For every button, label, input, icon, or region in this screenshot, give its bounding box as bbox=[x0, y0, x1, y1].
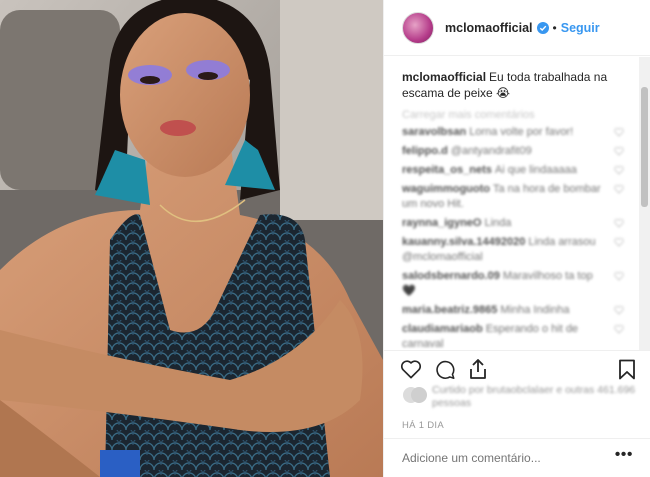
post-timestamp[interactable]: HÁ 1 DIA bbox=[402, 420, 444, 431]
comment-username[interactable]: saravolbsan bbox=[402, 126, 466, 138]
likes-text: Curtido por brutaobclalaer e outras 461.… bbox=[432, 384, 636, 409]
share-icon[interactable] bbox=[468, 358, 488, 380]
post-caption: mclomaofficial Eu toda trabalhada na esca… bbox=[402, 69, 628, 101]
post-modal: mcloma​official • Seguir mclomaofficial E… bbox=[0, 0, 650, 477]
scrollbar-thumb[interactable] bbox=[641, 87, 648, 207]
comment-username[interactable]: salodsbernardo.09 bbox=[402, 270, 500, 282]
comment-item: respeita_os_nets Ai que lindaaaaa bbox=[402, 163, 628, 178]
comments-list[interactable]: mclomaofficial Eu toda trabalhada na esca… bbox=[384, 57, 640, 350]
comments-scrollbar[interactable] bbox=[639, 57, 650, 350]
follow-button[interactable]: Seguir bbox=[561, 21, 600, 35]
comment-item: claudiamariaob Esperando o hit de carnava… bbox=[402, 322, 628, 350]
add-comment-input[interactable] bbox=[402, 451, 615, 465]
comment-item: felippo.d @antyandrafit09 bbox=[402, 144, 628, 159]
post-photo[interactable] bbox=[0, 0, 383, 477]
add-comment-bar: ••• bbox=[384, 438, 650, 477]
comment-icon[interactable] bbox=[434, 359, 456, 380]
action-bar bbox=[384, 350, 650, 388]
comment-item: kauanny.silva.14492020 Linda arrasou @mcl… bbox=[402, 235, 628, 265]
likes-summary[interactable]: Curtido por brutaobclalaer e outras 461.… bbox=[402, 384, 642, 410]
header-username[interactable]: mcloma​official bbox=[445, 21, 533, 35]
photo-illustration bbox=[0, 0, 383, 477]
comment-like-icon[interactable] bbox=[614, 218, 624, 228]
comment-item: waguimmoguoto Ta na hora de bombar um nov… bbox=[402, 182, 628, 212]
comment-username[interactable]: maria.beatriz.9865 bbox=[402, 304, 497, 316]
comment-text: @antyandrafit09 bbox=[450, 145, 532, 157]
comment-username[interactable]: waguimmoguoto bbox=[402, 183, 490, 195]
comment-like-icon[interactable] bbox=[614, 305, 624, 315]
comment-username[interactable]: claudiamariaob bbox=[402, 323, 483, 335]
more-options-button[interactable]: ••• bbox=[615, 447, 633, 463]
header-separator: • bbox=[552, 20, 557, 35]
post-header: mcloma​official • Seguir bbox=[384, 0, 650, 56]
comment-like-icon[interactable] bbox=[614, 127, 624, 137]
comment-text: Linda bbox=[484, 217, 512, 229]
heart-icon[interactable] bbox=[400, 359, 422, 379]
caption-username[interactable]: mclomaofficial bbox=[402, 70, 486, 84]
verified-badge-icon bbox=[536, 21, 549, 34]
comment-item: raynna_igyneO Linda bbox=[402, 216, 628, 231]
comment-text: Minha Indinha bbox=[500, 304, 570, 316]
comment-item: saravolbsan Lorna volte por favor! bbox=[402, 125, 628, 140]
comment-like-icon[interactable] bbox=[614, 184, 624, 194]
comment-like-icon[interactable] bbox=[614, 324, 624, 334]
post-side-panel: mcloma​official • Seguir mclomaofficial E… bbox=[383, 0, 650, 477]
avatar[interactable] bbox=[402, 11, 434, 44]
bookmark-icon[interactable] bbox=[618, 359, 636, 380]
comment-text: Ai que lindaaaaa bbox=[494, 164, 577, 176]
comment-like-icon[interactable] bbox=[614, 237, 624, 247]
comment-username[interactable]: felippo.d bbox=[402, 145, 448, 157]
comment-text: Lorna volte por favor! bbox=[469, 126, 574, 138]
comment-item: salodsbernardo.09 Maravilhoso ta top🖤 bbox=[402, 269, 628, 299]
comment-username[interactable]: kauanny.silva.14492020 bbox=[402, 236, 525, 248]
comment-like-icon[interactable] bbox=[614, 165, 624, 175]
comment-item: maria.beatriz.9865 Minha Indinha bbox=[402, 303, 628, 318]
comment-like-icon[interactable] bbox=[614, 146, 624, 156]
comment-username[interactable]: respeita_os_nets bbox=[402, 164, 492, 176]
load-more-comments-link[interactable]: Carregar mais comentários bbox=[402, 109, 628, 121]
comment-like-icon[interactable] bbox=[614, 271, 624, 281]
comment-username[interactable]: raynna_igyneO bbox=[402, 217, 481, 229]
